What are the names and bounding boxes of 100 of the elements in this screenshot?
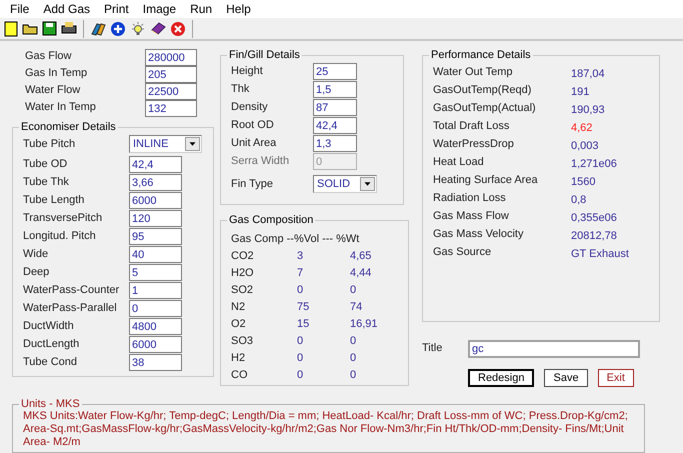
field-label: Serra Width bbox=[231, 154, 290, 168]
result-label: Gas Source bbox=[433, 245, 492, 260]
input-field[interactable]: 6000 bbox=[129, 336, 182, 353]
field-label: Tube Length bbox=[23, 192, 86, 208]
input-field[interactable]: 22500 bbox=[145, 83, 197, 100]
table-cell-text: 0 bbox=[350, 351, 358, 366]
input-field[interactable]: 132 bbox=[145, 100, 197, 117]
result-label: WaterPressDrop bbox=[433, 137, 515, 152]
input-field[interactable]: 87 bbox=[313, 99, 357, 116]
table-cell-text: H2O bbox=[231, 266, 255, 281]
group-title: Performance Details bbox=[430, 49, 532, 61]
lightbulb-icon[interactable] bbox=[130, 20, 146, 37]
input-field[interactable]: 1,5 bbox=[313, 81, 357, 98]
caret-icon[interactable] bbox=[185, 137, 200, 151]
folder-icon[interactable] bbox=[22, 22, 38, 35]
book-icon[interactable] bbox=[150, 21, 166, 36]
result-label: Water Out Temp bbox=[433, 65, 514, 80]
input-field[interactable]: gc bbox=[468, 340, 640, 358]
dropdown-field[interactable]: INLINE bbox=[129, 135, 202, 153]
field-label: Longitud. Pitch bbox=[23, 228, 97, 244]
result-label: Heat Load bbox=[433, 155, 485, 170]
table-cell-text: N2 bbox=[231, 300, 246, 315]
book-icon[interactable] bbox=[90, 20, 106, 37]
menu-item[interactable]: Add Gas bbox=[36, 2, 98, 16]
plus-icon[interactable] bbox=[110, 20, 126, 37]
input-field[interactable]: 280000 bbox=[145, 49, 197, 66]
dropdown-field[interactable]: SOLID bbox=[313, 175, 377, 193]
result-label: Gas Mass Velocity bbox=[433, 227, 524, 242]
table-cell-text: 74 bbox=[350, 300, 364, 315]
table-cell-text: 3 bbox=[297, 249, 304, 264]
result-label: GasOutTemp(Reqd) bbox=[433, 83, 532, 98]
result-label: Heating Surface Area bbox=[433, 173, 539, 188]
table-cell-text: 15 bbox=[297, 317, 310, 332]
menu-item[interactable]: Print bbox=[97, 2, 136, 16]
table-cell-text: 0 bbox=[297, 283, 304, 298]
field-label: Unit Area bbox=[231, 136, 278, 150]
field-label: Title bbox=[422, 341, 444, 356]
action-button[interactable]: Redesign bbox=[468, 369, 534, 387]
input-field[interactable]: 3,66 bbox=[129, 174, 182, 191]
input-field[interactable]: 5 bbox=[129, 264, 182, 281]
table-cell-text: 0 bbox=[297, 368, 304, 383]
result-value: 0,003 bbox=[571, 140, 600, 152]
field-label: DuctLength bbox=[23, 336, 80, 352]
field-label: Gas In Temp bbox=[25, 66, 88, 81]
input-field[interactable]: 25 bbox=[313, 63, 357, 80]
table-header: Gas Comp --%Vol --- %Wt bbox=[231, 232, 360, 247]
table-cell-text: CO bbox=[231, 368, 248, 383]
menu-item[interactable]: File bbox=[3, 2, 36, 16]
table-cell-text: 0 bbox=[297, 334, 304, 349]
field-label: Deep bbox=[23, 264, 50, 280]
input-field[interactable]: 1,3 bbox=[313, 135, 357, 152]
field-label: Wide bbox=[23, 246, 50, 262]
action-button[interactable]: Save bbox=[544, 369, 588, 387]
table-cell-text: SO2 bbox=[231, 283, 254, 298]
field-label: Root OD bbox=[231, 118, 275, 132]
new-file-icon[interactable] bbox=[4, 20, 18, 37]
table-cell-text: SO3 bbox=[231, 334, 254, 349]
input-field[interactable]: 1 bbox=[129, 282, 182, 299]
table-cell-text: CO2 bbox=[231, 249, 255, 264]
result-label: GasOutTemp(Actual) bbox=[433, 101, 537, 116]
table-cell-text: 4,65 bbox=[350, 249, 372, 264]
table-cell-text: 75 bbox=[297, 300, 310, 315]
result-value: 187,04 bbox=[571, 68, 606, 80]
save-icon[interactable] bbox=[42, 21, 57, 36]
field-label: Water In Temp bbox=[25, 100, 97, 115]
field-label: Density bbox=[231, 100, 269, 114]
input-field[interactable]: 40 bbox=[129, 246, 182, 263]
input-field[interactable]: 0 bbox=[129, 300, 182, 317]
menu-item[interactable]: Image bbox=[136, 2, 184, 16]
field-label: TransversePitch bbox=[23, 210, 104, 226]
close-icon[interactable] bbox=[170, 20, 186, 37]
result-value: 1560 bbox=[571, 176, 596, 188]
table-cell-text: 16,91 bbox=[350, 317, 379, 332]
input-field[interactable]: 205 bbox=[145, 66, 197, 83]
input-field[interactable]: 42,4 bbox=[129, 156, 182, 173]
result-value: 190,93 bbox=[571, 104, 606, 116]
input-field[interactable]: 6000 bbox=[129, 192, 182, 209]
field-label: Thk bbox=[231, 82, 250, 96]
table-cell-text: 0 bbox=[350, 368, 358, 383]
field-label: Fin Type bbox=[231, 177, 274, 192]
action-button[interactable]: Exit bbox=[598, 369, 634, 387]
caret-icon[interactable] bbox=[360, 177, 375, 191]
result-value: 0,8 bbox=[571, 194, 588, 206]
menu-item[interactable]: Help bbox=[219, 2, 258, 16]
menu-item[interactable]: Run bbox=[183, 2, 220, 16]
field-label: Height bbox=[231, 64, 264, 78]
printer-icon[interactable] bbox=[61, 21, 77, 36]
field-label: Gas Flow bbox=[25, 49, 72, 64]
field-label: Tube Thk bbox=[23, 174, 70, 190]
group-title: Fin/Gill Details bbox=[228, 49, 301, 61]
field-label: Tube OD bbox=[23, 156, 68, 172]
input-field[interactable]: 38 bbox=[129, 354, 182, 371]
result-label: Radiation Loss bbox=[433, 191, 507, 206]
field-label: WaterPass-Parallel bbox=[23, 300, 118, 316]
input-field[interactable]: 120 bbox=[129, 210, 182, 227]
group-title: Gas Composition bbox=[228, 214, 314, 226]
input-field[interactable]: 4800 bbox=[129, 318, 182, 335]
input-field[interactable]: 42,4 bbox=[313, 117, 357, 134]
input-field[interactable]: 95 bbox=[129, 228, 182, 245]
table-cell-text: 0 bbox=[350, 283, 358, 298]
